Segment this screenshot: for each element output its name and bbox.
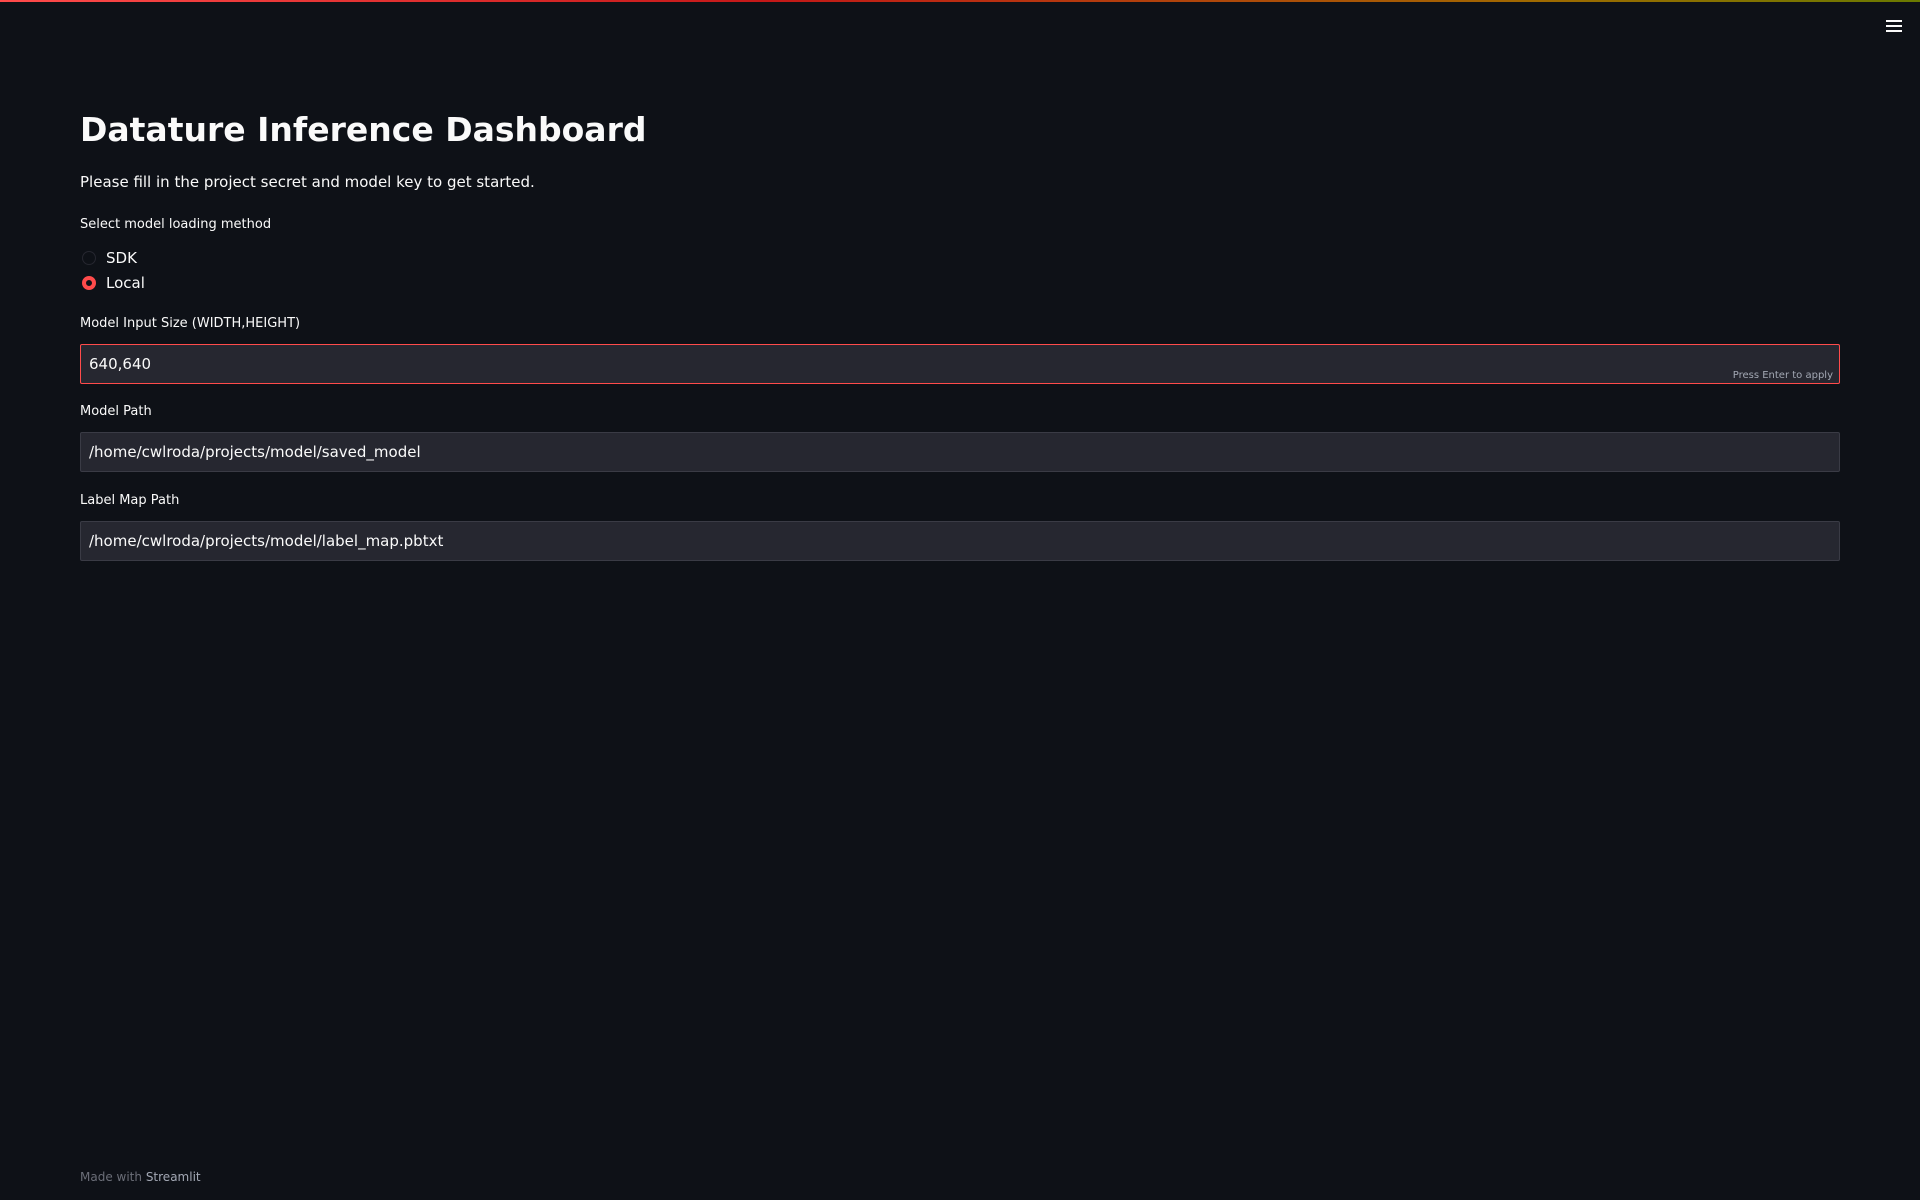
footer-prefix: Made with [80, 1170, 142, 1184]
top-decoration-bar [0, 0, 1920, 2]
main-menu-button[interactable] [1882, 14, 1906, 38]
model-path-label: Model Path [80, 404, 152, 419]
loading-method-label: Select model loading method [80, 217, 272, 232]
page-title: Datature Inference Dashboard [80, 110, 647, 149]
input-size-field[interactable] [81, 345, 1839, 383]
radio-option-local[interactable]: Local [80, 272, 145, 294]
radio-checked-icon [82, 276, 96, 290]
radio-option-sdk[interactable]: SDK [80, 247, 137, 269]
radio-unchecked-icon [82, 251, 96, 265]
footer: Made with Streamlit [80, 1170, 201, 1184]
streamlit-link[interactable]: Streamlit [146, 1170, 201, 1184]
radio-label-local: Local [106, 274, 145, 292]
input-size-field-wrapper: Press Enter to apply [80, 344, 1840, 384]
label-map-path-field[interactable] [81, 522, 1839, 560]
model-path-field[interactable] [81, 433, 1839, 471]
press-enter-hint: Press Enter to apply [1732, 370, 1833, 381]
radio-label-sdk: SDK [106, 249, 137, 267]
page-subtitle: Please fill in the project secret and mo… [80, 173, 535, 191]
label-map-path-field-wrapper [80, 521, 1840, 561]
model-path-field-wrapper [80, 432, 1840, 472]
input-size-label: Model Input Size (WIDTH,HEIGHT) [80, 316, 301, 331]
hamburger-menu-icon [1886, 20, 1902, 32]
label-map-path-label: Label Map Path [80, 493, 180, 508]
